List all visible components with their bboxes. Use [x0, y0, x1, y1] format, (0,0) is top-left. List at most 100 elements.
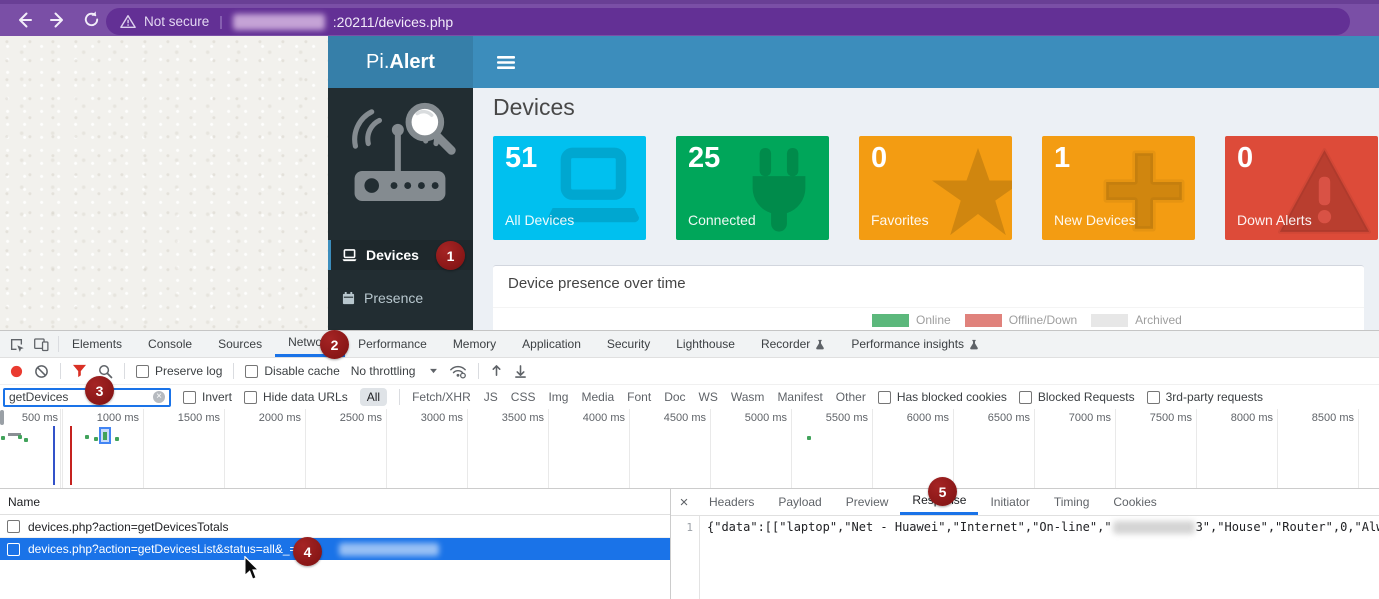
- tab-sources[interactable]: Sources: [205, 331, 275, 357]
- timeline-scroll-notch[interactable]: [0, 410, 4, 425]
- chart-legend: Online Offline/Down Archived: [872, 313, 1182, 327]
- legend-online[interactable]: Online: [872, 313, 951, 327]
- tick-label: 7500 ms: [1118, 412, 1192, 424]
- blocked-requests-checkbox[interactable]: Blocked Requests: [1019, 390, 1135, 404]
- annotation-label: 5: [939, 484, 947, 500]
- filter-type-other[interactable]: Other: [836, 390, 866, 404]
- annotation-step-4: 4: [293, 537, 322, 566]
- tab-recorder[interactable]: Recorder: [748, 331, 838, 357]
- network-bottom-split: Name devices.php?action=getDevicesTotals…: [0, 489, 1379, 599]
- filter-type-all[interactable]: All: [360, 388, 387, 406]
- address-bar[interactable]: Not secure | :20211/devices.php: [106, 8, 1350, 35]
- filter-type-ws[interactable]: WS: [699, 390, 718, 404]
- filter-type-js[interactable]: JS: [484, 390, 498, 404]
- tab-performance-insights[interactable]: Performance insights: [838, 331, 992, 357]
- tab-memory[interactable]: Memory: [440, 331, 509, 357]
- panel-divider: [493, 307, 1364, 308]
- request-list-header[interactable]: Name: [0, 489, 670, 515]
- calendar-icon: [342, 292, 355, 305]
- device-toolbar-icon[interactable]: [33, 336, 50, 353]
- has-blocked-cookies-checkbox[interactable]: Has blocked cookies: [878, 390, 1007, 404]
- browser-toolbar: Not secure | :20211/devices.php: [0, 0, 1379, 36]
- tab-headers[interactable]: Headers: [697, 489, 766, 515]
- clear-filter-icon[interactable]: ×: [153, 391, 165, 403]
- tab-performance[interactable]: Performance: [345, 331, 440, 357]
- tab-lighthouse[interactable]: Lighthouse: [663, 331, 748, 357]
- tab-elements[interactable]: Elements: [59, 331, 135, 357]
- screen: Not secure | :20211/devices.php Pi.Alert…: [0, 0, 1379, 599]
- divider: [399, 389, 400, 405]
- legend-offline[interactable]: Offline/Down: [965, 313, 1077, 327]
- preserve-log-checkbox[interactable]: Preserve log: [136, 364, 222, 378]
- card-connected[interactable]: 25 Connected: [676, 136, 829, 240]
- tab-cookies[interactable]: Cookies: [1101, 489, 1168, 515]
- card-favorites[interactable]: 0 Favorites: [859, 136, 1012, 240]
- disable-cache-checkbox[interactable]: Disable cache: [245, 364, 339, 378]
- warning-triangle-icon: [120, 14, 136, 29]
- tab-timing[interactable]: Timing: [1042, 489, 1102, 515]
- tab-console[interactable]: Console: [135, 331, 205, 357]
- record-button[interactable]: [10, 365, 23, 378]
- tab-application[interactable]: Application: [509, 331, 594, 357]
- checkbox[interactable]: [7, 543, 20, 556]
- annotation-step-1: 1: [436, 241, 465, 270]
- response-text-after: 3","House","Router",0,"Always on": [1196, 520, 1379, 534]
- network-overview-timeline[interactable]: 500 ms 1000 ms 1500 ms 2000 ms 2500 ms 3…: [0, 409, 1379, 489]
- card-down-alerts[interactable]: 0 Down Alerts: [1225, 136, 1378, 240]
- redacted-host: [233, 14, 325, 30]
- legend-online-swatch: [872, 314, 909, 327]
- tick-label: 6000 ms: [875, 412, 949, 424]
- legend-archived[interactable]: Archived: [1091, 313, 1182, 327]
- invert-label: Invert: [202, 390, 232, 404]
- tick-label: 8000 ms: [1199, 412, 1273, 424]
- tick-label: 1500 ms: [146, 412, 220, 424]
- request-row-devices-list[interactable]: devices.php?action=getDevicesList&status…: [0, 538, 670, 560]
- card-all-devices[interactable]: 51 All Devices: [493, 136, 646, 240]
- response-viewer[interactable]: 1 {"data":[["laptop","Net - Huawei","Int…: [671, 516, 1379, 599]
- filter-funnel-icon[interactable]: [72, 364, 87, 378]
- sidebar: Devices Presence: [328, 88, 473, 330]
- filter-type-media[interactable]: Media: [581, 390, 614, 404]
- hide-data-urls-checkbox[interactable]: Hide data URLs: [244, 390, 348, 404]
- tab-payload[interactable]: Payload: [766, 489, 833, 515]
- sidebar-item-presence[interactable]: Presence: [328, 283, 473, 313]
- tab-security[interactable]: Security: [594, 331, 663, 357]
- tick-label: 6500 ms: [956, 412, 1030, 424]
- filter-type-doc[interactable]: Doc: [664, 390, 685, 404]
- filter-type-img[interactable]: Img: [548, 390, 568, 404]
- tab-preview[interactable]: Preview: [834, 489, 901, 515]
- redacted-query-value: [339, 543, 439, 556]
- clear-button[interactable]: [34, 364, 49, 379]
- tab-initiator[interactable]: Initiator: [978, 489, 1041, 515]
- tick-label: 3000 ms: [389, 412, 463, 424]
- filter-type-font[interactable]: Font: [627, 390, 651, 404]
- checkbox[interactable]: [7, 520, 20, 533]
- export-har-icon[interactable]: [514, 364, 527, 378]
- tick-label: 500 ms: [0, 412, 58, 424]
- card-new-devices[interactable]: 1 New Devices: [1042, 136, 1195, 240]
- request-detail-tabbar: × Headers Payload Preview Response Initi…: [671, 489, 1379, 516]
- throttling-value: No throttling: [351, 364, 416, 378]
- app-logo[interactable]: Pi.Alert: [328, 36, 473, 88]
- close-icon[interactable]: ×: [671, 489, 697, 515]
- filter-type-css[interactable]: CSS: [511, 390, 536, 404]
- third-party-requests-checkbox[interactable]: 3rd-party requests: [1147, 390, 1263, 404]
- filter-type-wasm[interactable]: Wasm: [731, 390, 765, 404]
- network-conditions-icon[interactable]: [449, 364, 467, 379]
- invert-checkbox[interactable]: Invert: [183, 390, 232, 404]
- forward-icon[interactable]: [48, 10, 68, 30]
- filter-type-manifest[interactable]: Manifest: [777, 390, 822, 404]
- request-row-totals[interactable]: devices.php?action=getDevicesTotals: [0, 516, 670, 538]
- throttling-select[interactable]: No throttling: [351, 364, 439, 378]
- legend-archived-label: Archived: [1135, 313, 1182, 327]
- tick-label: 1000 ms: [65, 412, 139, 424]
- card-label: Down Alerts: [1237, 212, 1312, 228]
- filter-type-fetch-xhr[interactable]: Fetch/XHR: [412, 390, 471, 404]
- import-har-icon[interactable]: [490, 364, 503, 378]
- back-icon[interactable]: [14, 10, 34, 30]
- inspect-element-icon[interactable]: [8, 336, 25, 353]
- redacted-response-value: [1113, 521, 1195, 534]
- hamburger-menu-icon[interactable]: [497, 56, 515, 69]
- presence-panel: Device presence over time Online Offline…: [493, 265, 1364, 330]
- reload-icon[interactable]: [82, 10, 101, 29]
